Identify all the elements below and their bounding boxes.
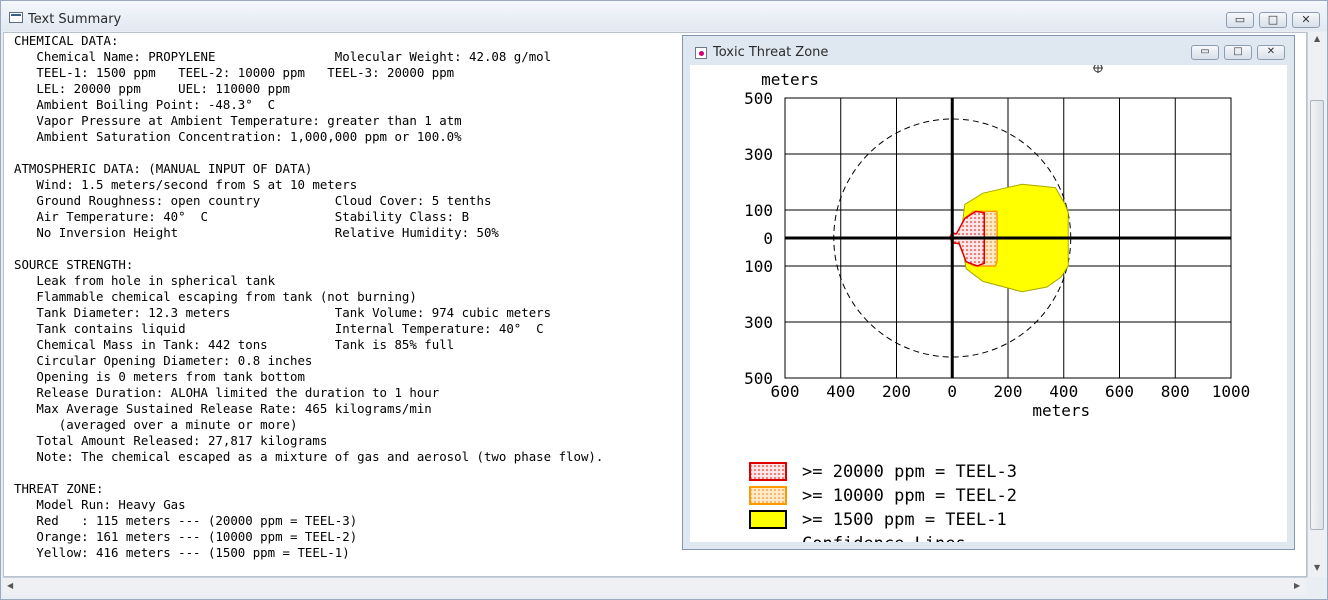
x-tick-label: 200 <box>994 382 1023 401</box>
summary-line: Flammable chemical escaping from tank (n… <box>14 289 417 304</box>
summary-line: Chemical Name: PROPYLENE Molecular Weigh… <box>14 49 552 64</box>
summary-line: Orange: 161 meters --- (10000 ppm = TEEL… <box>14 529 358 544</box>
summary-line <box>14 145 603 161</box>
maximize-button[interactable]: □ <box>1259 12 1287 28</box>
y-tick-label: 100 <box>744 257 773 276</box>
y-tick-label: 500 <box>744 89 773 108</box>
summary-line: Air Temperature: 40° C Stability Class: … <box>14 209 470 224</box>
legend-swatch <box>749 486 787 505</box>
summary-line <box>14 465 603 481</box>
threat-zone-title: Toxic Threat Zone <box>713 45 829 60</box>
y-tick-label: 0 <box>763 229 773 248</box>
y-tick-label: 100 <box>744 201 773 220</box>
summary-line: THREAT ZONE: <box>14 481 104 496</box>
x-tick-label: 600 <box>771 382 800 401</box>
y-axis-label: meters <box>761 70 819 89</box>
vertical-scrollbar[interactable]: ▲ ▼ <box>1307 32 1327 577</box>
x-tick-label: 1000 <box>1212 382 1251 401</box>
summary-line: Wind: 1.5 meters/second from S at 10 met… <box>14 177 358 192</box>
horizontal-scrollbar[interactable]: ◀ ▶ <box>3 577 1307 595</box>
scroll-right-arrow-icon[interactable]: ▶ <box>1294 581 1300 590</box>
window-title: Text Summary <box>28 12 122 27</box>
summary-line: Vapor Pressure at Ambient Temperature: g… <box>14 113 462 128</box>
summary-line: CHEMICAL DATA: <box>14 33 119 48</box>
threat-zone-chart: 600 400 200 0 200 400 600 800 100050030010001003… <box>744 65 1251 542</box>
threat-minimize-button[interactable]: ▭ <box>1191 45 1219 60</box>
title-bar[interactable]: Text Summary ▭ □ ✕ <box>1 1 1327 31</box>
x-tick-label: 400 <box>1049 382 1078 401</box>
summary-line: Opening is 0 meters from tank bottom <box>14 369 305 384</box>
summary-line: No Inversion Height Relative Humidity: 5… <box>14 225 499 240</box>
summary-line: Ambient Boiling Point: -48.3° C <box>14 97 276 112</box>
summary-line: (averaged over a minute or more) <box>14 417 298 432</box>
legend-label: >= 1500 ppm = TEEL-1 <box>802 510 1007 530</box>
threat-close-button[interactable]: ✕ <box>1257 45 1285 60</box>
summary-text: CHEMICAL DATA: Chemical Name: PROPYLENE … <box>14 33 603 561</box>
text-window-icon <box>9 12 23 23</box>
legend-label: >= 20000 ppm = TEEL-3 <box>802 462 1017 482</box>
x-tick-label: 800 <box>1161 382 1190 401</box>
legend-label: >= 10000 ppm = TEEL-2 <box>802 486 1017 506</box>
summary-line: Tank Diameter: 12.3 meters Tank Volume: … <box>14 305 552 320</box>
close-button[interactable]: ✕ <box>1292 12 1320 28</box>
x-tick-label: 0 <box>947 382 957 401</box>
text-summary-window: Text Summary ▭ □ ✕ CHEMICAL DATA: Chemic… <box>0 0 1328 600</box>
summary-line: Model Run: Heavy Gas <box>14 497 186 512</box>
summary-line: Total Amount Released: 27,817 kilograms <box>14 433 328 448</box>
toxic-threat-zone-window: Toxic Threat Zone ▭ □ ✕ 600 400 200 0 200 400… <box>682 35 1295 550</box>
x-axis-label: meters <box>1032 401 1090 420</box>
summary-line: Ambient Saturation Concentration: 1,000,… <box>14 129 462 144</box>
y-tick-label: 300 <box>744 145 773 164</box>
summary-line: Yellow: 416 meters --- (1500 ppm = TEEL-… <box>14 545 350 560</box>
legend-swatch <box>749 510 787 529</box>
summary-line: Note: The chemical escaped as a mixture … <box>14 449 604 464</box>
summary-line: SOURCE STRENGTH: <box>14 257 134 272</box>
threat-zone-title-bar[interactable]: Toxic Threat Zone ▭ □ ✕ <box>683 36 1294 66</box>
summary-line: Red : 115 meters --- (20000 ppm = TEEL-3… <box>14 513 358 528</box>
threat-zone-plot-area: 600 400 200 0 200 400 600 800 1000 500 300 100 0 100 3… <box>690 65 1287 542</box>
y-tick-label: 300 <box>744 313 773 332</box>
summary-line: LEL: 20000 ppm UEL: 110000 ppm <box>14 81 291 96</box>
summary-line <box>14 241 603 257</box>
x-tick-label: 600 <box>1105 382 1134 401</box>
scroll-down-arrow-icon[interactable]: ▼ <box>1314 563 1320 572</box>
summary-line: Release Duration: ALOHA limited the dura… <box>14 385 440 400</box>
summary-line: TEEL-1: 1500 ppm TEEL-2: 10000 ppm TEEL-… <box>14 65 455 80</box>
scroll-up-arrow-icon[interactable]: ▲ <box>1314 34 1320 43</box>
x-tick-label: 400 <box>826 382 855 401</box>
summary-line: Tank contains liquid Internal Temperatur… <box>14 321 544 336</box>
threat-zone-icon <box>695 47 707 59</box>
summary-line: Leak from hole in spherical tank <box>14 273 276 288</box>
vertical-scroll-thumb[interactable] <box>1310 100 1324 530</box>
threat-maximize-button[interactable]: □ <box>1224 45 1252 60</box>
minimize-button[interactable]: ▭ <box>1226 12 1254 28</box>
legend-swatch <box>749 462 787 481</box>
legend-label: Confidence Lines <box>802 534 966 542</box>
summary-line: Chemical Mass in Tank: 442 tons Tank is … <box>14 337 455 352</box>
summary-line: Max Average Sustained Release Rate: 465 … <box>14 401 432 416</box>
summary-line: Circular Opening Diameter: 0.8 inches <box>14 353 313 368</box>
summary-line: ATMOSPHERIC DATA: (MANUAL INPUT OF DATA) <box>14 161 313 176</box>
scroll-left-arrow-icon[interactable]: ◀ <box>7 581 13 590</box>
y-tick-label: 500 <box>744 369 773 388</box>
summary-line: Ground Roughness: open country Cloud Cov… <box>14 193 492 208</box>
x-tick-label: 200 <box>882 382 911 401</box>
